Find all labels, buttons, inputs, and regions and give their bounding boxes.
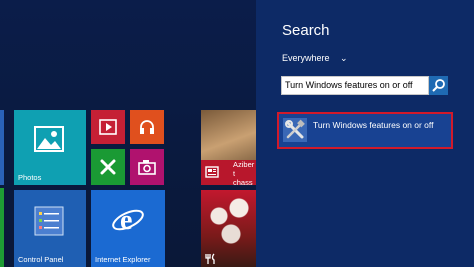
windows-8-screen: Photos Control Panel e Internet Explorer… bbox=[0, 0, 474, 267]
chevron-down-icon: ⌄ bbox=[340, 53, 348, 63]
control-panel-icon bbox=[34, 206, 64, 236]
tile-photos[interactable]: Photos bbox=[14, 110, 86, 185]
search-result-label: Turn Windows features on or off bbox=[313, 120, 434, 130]
search-scope-label: Everywhere bbox=[282, 53, 330, 63]
tile-camera[interactable] bbox=[130, 149, 164, 185]
camera-icon bbox=[138, 160, 156, 175]
search-input[interactable] bbox=[285, 78, 425, 92]
tile-label: Photos bbox=[18, 173, 42, 182]
tile-music[interactable] bbox=[130, 110, 164, 144]
start-screen: Photos Control Panel e Internet Explorer… bbox=[0, 0, 256, 267]
search-button[interactable] bbox=[429, 76, 448, 95]
tools-icon bbox=[285, 119, 305, 139]
tile-edge-blue[interactable] bbox=[0, 110, 4, 185]
search-panel: Search Everywhere ⌄ Turn Windows feature… bbox=[256, 0, 474, 267]
food-icon bbox=[205, 253, 215, 264]
tile-internet-explorer[interactable]: e Internet Explorer bbox=[91, 190, 165, 267]
tile-edge-green[interactable] bbox=[0, 188, 4, 267]
tile-label: Control Panel bbox=[18, 255, 64, 264]
internet-explorer-icon: e bbox=[112, 205, 144, 236]
tile-news-image bbox=[201, 110, 256, 160]
tile-label: Azibert chasse bbox=[233, 160, 255, 185]
search-scope-dropdown[interactable]: Everywhere ⌄ bbox=[282, 53, 348, 64]
svg-text:e: e bbox=[120, 205, 132, 236]
result-icon-tile bbox=[283, 118, 307, 142]
panel-title: Search bbox=[282, 22, 330, 39]
search-result-item[interactable]: Turn Windows features on or off bbox=[277, 112, 453, 149]
tile-news[interactable]: Azibert chasse bbox=[201, 110, 256, 185]
news-icon bbox=[205, 166, 219, 178]
tile-games[interactable] bbox=[91, 149, 125, 185]
photos-icon bbox=[34, 126, 64, 152]
tile-video[interactable] bbox=[91, 110, 125, 144]
search-icon bbox=[432, 79, 445, 92]
tile-food[interactable] bbox=[201, 190, 256, 267]
games-icon bbox=[100, 159, 116, 175]
search-box[interactable] bbox=[281, 76, 429, 95]
tile-control-panel[interactable]: Control Panel bbox=[14, 190, 86, 267]
video-icon bbox=[99, 119, 117, 135]
music-icon bbox=[140, 120, 154, 134]
tile-label: Internet Explorer bbox=[95, 255, 151, 264]
